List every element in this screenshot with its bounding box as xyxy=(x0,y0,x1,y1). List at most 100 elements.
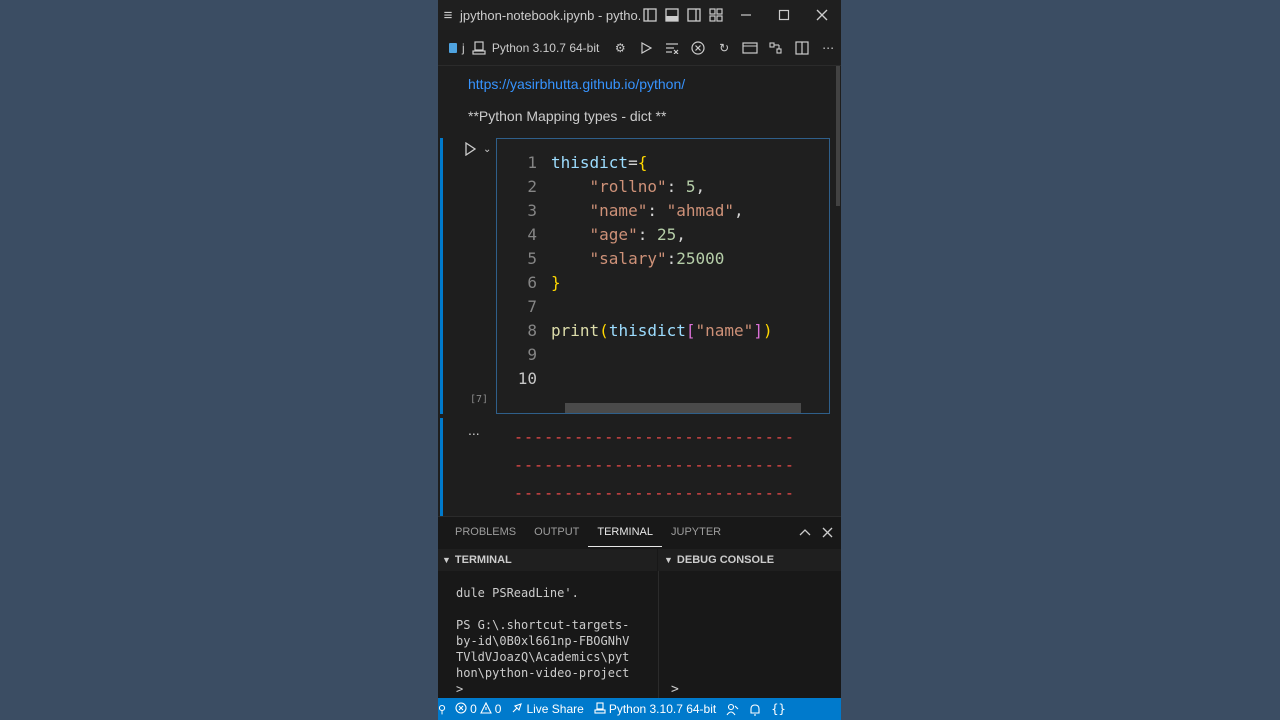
layout-panel-icon[interactable] xyxy=(661,0,683,30)
more-actions-icon[interactable]: ⋯ xyxy=(815,35,841,61)
code-token: : xyxy=(637,225,657,244)
markdown-link[interactable]: https://yasirbhutta.github.io/python/ xyxy=(468,76,685,92)
interrupt-icon[interactable] xyxy=(685,35,711,61)
output-line: ---------------------------- xyxy=(514,428,795,446)
debug-prompt[interactable]: > xyxy=(671,682,679,697)
code-token: ( xyxy=(599,321,609,340)
code-token: 5 xyxy=(685,177,696,196)
code-token: : xyxy=(666,249,677,268)
code-text: print(thisdict["name"]) xyxy=(551,319,773,343)
code-token: ] xyxy=(753,321,763,340)
code-token: "ahmad" xyxy=(666,201,735,220)
code-token: = xyxy=(628,153,638,172)
layout-sidebar-right-icon[interactable] xyxy=(683,0,705,30)
code-line[interactable]: 5 "salary":25000 xyxy=(497,247,829,271)
code-token: ) xyxy=(762,321,773,340)
problems-status[interactable]: 0 0 xyxy=(450,698,506,720)
horizontal-scrollbar[interactable] xyxy=(565,403,801,413)
close-icon[interactable] xyxy=(803,0,841,30)
code-line[interactable]: 7 xyxy=(497,295,829,319)
restart-icon[interactable]: ↻ xyxy=(711,35,737,61)
output-line: ---------------------------- xyxy=(514,484,795,502)
code-token: thisdict xyxy=(608,321,686,340)
code-line[interactable]: 2 "rollno": 5, xyxy=(497,175,829,199)
execution-count: [7] xyxy=(470,394,489,405)
clear-outputs-icon[interactable] xyxy=(659,35,685,61)
code-token: print xyxy=(551,321,600,340)
live-share-button[interactable]: Live Share xyxy=(506,698,588,720)
accounts-icon[interactable] xyxy=(721,698,744,720)
variables-icon[interactable] xyxy=(737,35,763,61)
hamburger-menu-icon[interactable]: ≡ xyxy=(438,7,458,24)
outline-icon[interactable] xyxy=(763,35,789,61)
minimize-icon[interactable] xyxy=(727,0,765,30)
vertical-scrollbar[interactable] xyxy=(836,66,840,206)
braces-icon[interactable]: {} xyxy=(766,698,790,720)
cursor-text: j xyxy=(461,40,465,55)
code-line[interactable]: 10 xyxy=(497,367,829,391)
error-icon xyxy=(455,701,467,717)
line-number: 5 xyxy=(527,249,537,268)
code-line[interactable]: 1 thisdict={ xyxy=(497,151,829,175)
code-text: "salary":25000 xyxy=(551,247,725,271)
output-line: ---------------------------- xyxy=(514,456,795,474)
code-token: } xyxy=(551,273,561,292)
run-all-icon[interactable] xyxy=(633,35,659,61)
code-line[interactable]: 9 xyxy=(497,343,829,367)
bottom-panel: PROBLEMS OUTPUT TERMINAL JUPYTER ▼ TERMI… xyxy=(438,516,841,699)
notebook-toolbar: j Python 3.10.7 64-bit ⚙ ↻ ⋯ xyxy=(438,30,841,66)
chevron-down-icon[interactable]: ⌄ xyxy=(483,144,491,155)
line-number: 6 xyxy=(527,273,537,292)
cell-focus-indicator xyxy=(440,138,443,414)
kernel-status[interactable]: Python 3.10.7 64-bit xyxy=(589,698,721,720)
tab-jupyter[interactable]: JUPYTER xyxy=(662,517,730,547)
code-token: "age" xyxy=(589,225,638,244)
gear-icon[interactable]: ⚙ xyxy=(607,35,633,61)
code-token: 25 xyxy=(656,225,677,244)
tab-terminal[interactable]: TERMINAL xyxy=(588,517,662,547)
title-bar: ≡ jpython-notebook.ipynb - pytho... xyxy=(438,0,841,30)
notebook-body: https://yasirbhutta.github.io/python/ **… xyxy=(438,66,841,518)
code-cell-editor[interactable]: 1 thisdict={2 "rollno": 5, 3 "name": "ahma… xyxy=(496,138,830,414)
code-token: , xyxy=(695,177,706,196)
terminal-output[interactable]: dule PSReadLine'. PS G:\.shortcut-target… xyxy=(438,571,657,699)
bell-icon[interactable] xyxy=(744,698,766,720)
maximize-icon[interactable] xyxy=(765,0,803,30)
code-line[interactable]: 4 "age": 25, xyxy=(497,223,829,247)
debug-console-header[interactable]: ▼ DEBUG CONSOLE xyxy=(658,549,841,571)
chevron-down-icon: ▼ xyxy=(664,555,673,565)
code-text: "rollno": 5, xyxy=(551,175,706,199)
line-number: 7 xyxy=(527,297,537,316)
kernel-selector[interactable]: Python 3.10.7 64-bit xyxy=(492,41,599,55)
code-lines[interactable]: 1 thisdict={2 "rollno": 5, 3 "name": "ahma… xyxy=(497,151,829,391)
file-icon xyxy=(444,35,462,61)
tab-output[interactable]: OUTPUT xyxy=(525,517,588,547)
output-more-icon[interactable]: ... xyxy=(468,422,480,438)
debug-console[interactable]: > xyxy=(658,571,841,699)
split-editor-icon[interactable] xyxy=(789,35,815,61)
code-token: "rollno" xyxy=(589,177,667,196)
code-line[interactable]: 8 print(thisdict["name"]) xyxy=(497,319,829,343)
line-number: 3 xyxy=(527,201,537,220)
customize-layout-icon[interactable] xyxy=(705,0,727,30)
remote-indicator[interactable]: ⚲ xyxy=(438,698,450,720)
terminal-section-header[interactable]: ▼ TERMINAL xyxy=(438,549,657,571)
code-token: thisdict xyxy=(551,153,629,172)
code-line[interactable]: 6} xyxy=(497,271,829,295)
code-token: , xyxy=(734,201,744,220)
error-count: 0 xyxy=(470,702,477,716)
line-number: 4 xyxy=(527,225,537,244)
tab-problems[interactable]: PROBLEMS xyxy=(446,517,525,547)
code-token: : xyxy=(666,177,686,196)
close-panel-icon[interactable] xyxy=(816,517,838,547)
chevron-up-icon[interactable] xyxy=(794,517,816,547)
layout-sidebar-icon[interactable] xyxy=(640,0,662,30)
code-token: , xyxy=(676,225,686,244)
run-cell-icon[interactable] xyxy=(464,141,477,159)
kernel-icon[interactable] xyxy=(470,35,488,61)
code-token: 25000 xyxy=(676,249,725,268)
code-line[interactable]: 3 "name": "ahmad", xyxy=(497,199,829,223)
code-token: [ xyxy=(685,321,696,340)
